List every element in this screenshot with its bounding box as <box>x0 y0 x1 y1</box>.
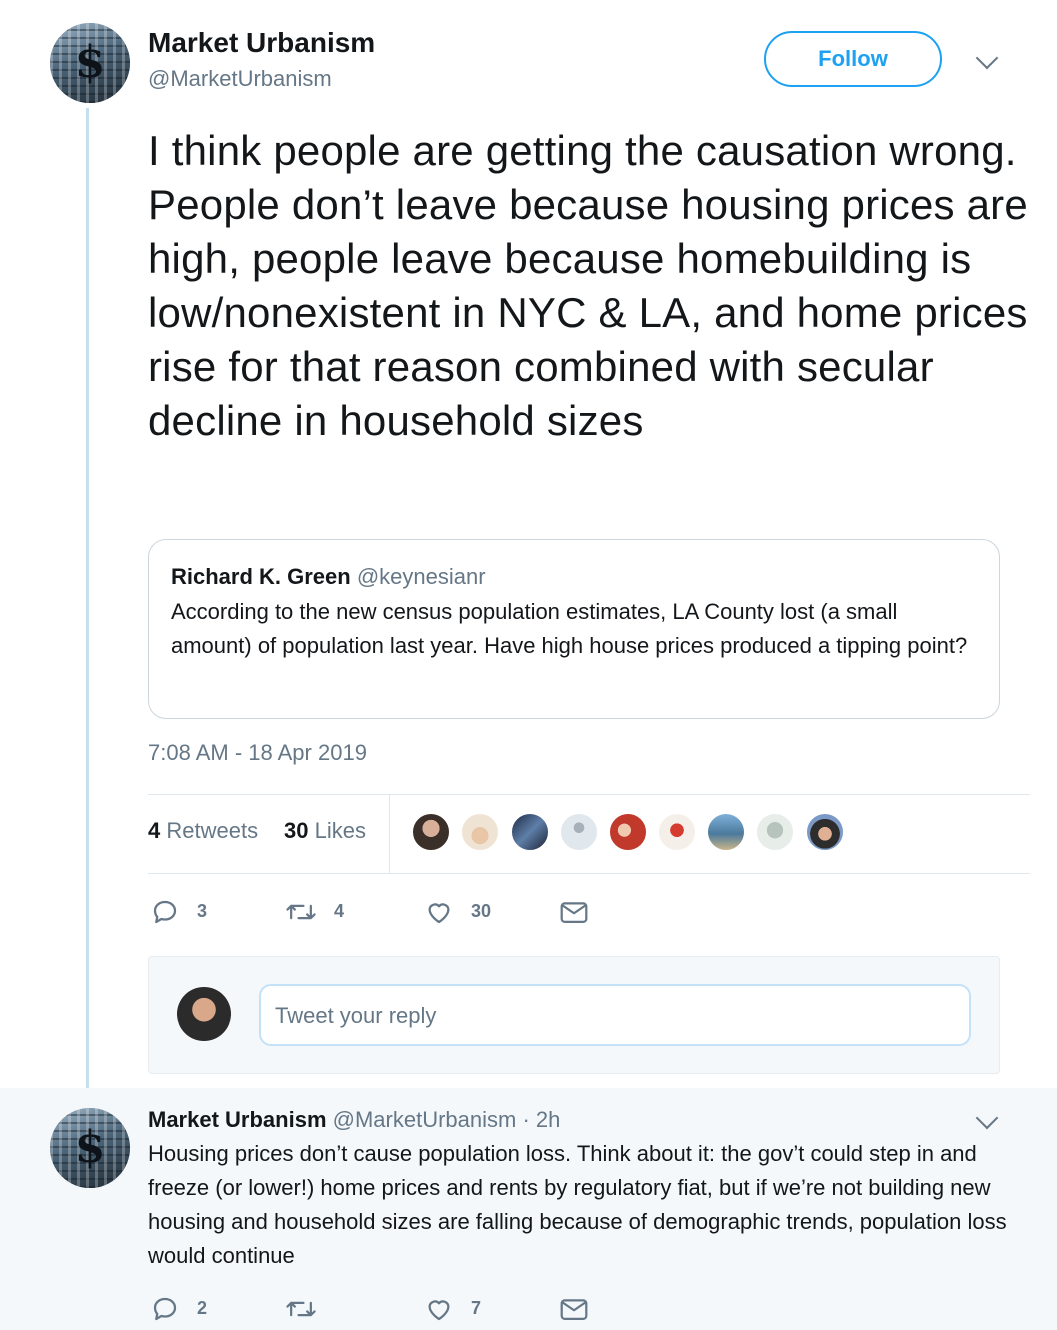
tweet-timestamp[interactable]: 7:08 AM - 18 Apr 2019 <box>148 740 367 766</box>
retweet-count: 4 <box>334 900 345 921</box>
reply-time[interactable]: · 2h <box>522 1107 560 1132</box>
reply-author-handle[interactable]: @MarketUrbanism <box>333 1107 517 1132</box>
reply-count: 3 <box>197 900 208 921</box>
direct-message-button[interactable] <box>558 1294 590 1324</box>
current-user-avatar[interactable] <box>177 987 231 1041</box>
reply-button[interactable]: 3 <box>150 897 207 927</box>
chevron-down-icon[interactable] <box>975 46 999 70</box>
retweet-icon <box>286 1301 316 1317</box>
liker-avatar[interactable] <box>411 812 451 852</box>
retweet-button[interactable]: 4 <box>285 897 344 927</box>
retweets-label: Retweets <box>166 818 259 843</box>
stats-separator <box>389 795 390 874</box>
quoted-tweet-text: According to the new census population e… <box>171 599 968 658</box>
retweets-stat[interactable]: 4 Retweets <box>148 818 258 844</box>
reply-count: 2 <box>197 1297 208 1318</box>
thread-line <box>86 108 89 1100</box>
liker-avatar[interactable] <box>805 812 845 852</box>
quoted-author-name: Richard K. Green <box>171 564 351 589</box>
reply-composer: Tweet your reply <box>148 956 1000 1074</box>
quoted-tweet[interactable]: Richard K. Green @keynesianr According t… <box>148 539 1000 719</box>
reply-input[interactable]: Tweet your reply <box>259 984 971 1046</box>
like-count: 30 <box>471 900 492 921</box>
author-avatar[interactable]: $ <box>50 23 130 103</box>
like-button[interactable]: 30 <box>424 897 491 927</box>
likes-label: Likes <box>314 818 366 843</box>
reply-author-avatar[interactable]: $ <box>50 1108 130 1188</box>
liker-avatar[interactable] <box>755 812 795 852</box>
envelope-icon <box>560 1299 588 1320</box>
reply-icon <box>153 1297 177 1321</box>
reply-author-name[interactable]: Market Urbanism <box>148 1107 327 1132</box>
liker-avatar[interactable] <box>559 812 599 852</box>
liker-avatar[interactable] <box>706 812 746 852</box>
author-handle[interactable]: @MarketUrbanism <box>148 66 332 92</box>
retweets-count: 4 <box>148 818 161 843</box>
reply-button[interactable]: 2 <box>150 1294 207 1324</box>
tweet-text: I think people are getting the causation… <box>148 127 1028 444</box>
like-button[interactable]: 7 <box>424 1294 481 1324</box>
likes-count: 30 <box>284 818 309 843</box>
direct-message-button[interactable] <box>558 897 590 927</box>
retweet-button[interactable] <box>285 1294 329 1324</box>
reply-header: Market Urbanism @MarketUrbanism · 2h <box>148 1107 560 1133</box>
likes-stat[interactable]: 30 Likes <box>284 818 366 844</box>
liker-avatar[interactable] <box>510 812 550 852</box>
author-name[interactable]: Market Urbanism <box>148 27 375 59</box>
heart-icon <box>428 903 450 924</box>
follow-button[interactable]: Follow <box>764 31 942 87</box>
quoted-author-handle: @keynesianr <box>356 564 486 589</box>
like-count: 7 <box>471 1297 482 1318</box>
reply-tweet-text: Housing prices don’t cause population lo… <box>148 1141 1007 1268</box>
divider <box>148 873 1030 874</box>
heart-icon <box>428 1300 450 1321</box>
chevron-down-icon[interactable] <box>975 1106 999 1130</box>
retweet-icon <box>286 904 316 920</box>
reply-icon <box>153 900 177 924</box>
envelope-icon <box>560 902 588 923</box>
liker-avatar[interactable] <box>657 812 697 852</box>
liker-avatar[interactable] <box>608 812 648 852</box>
divider <box>148 794 1030 795</box>
liker-avatar[interactable] <box>460 812 500 852</box>
